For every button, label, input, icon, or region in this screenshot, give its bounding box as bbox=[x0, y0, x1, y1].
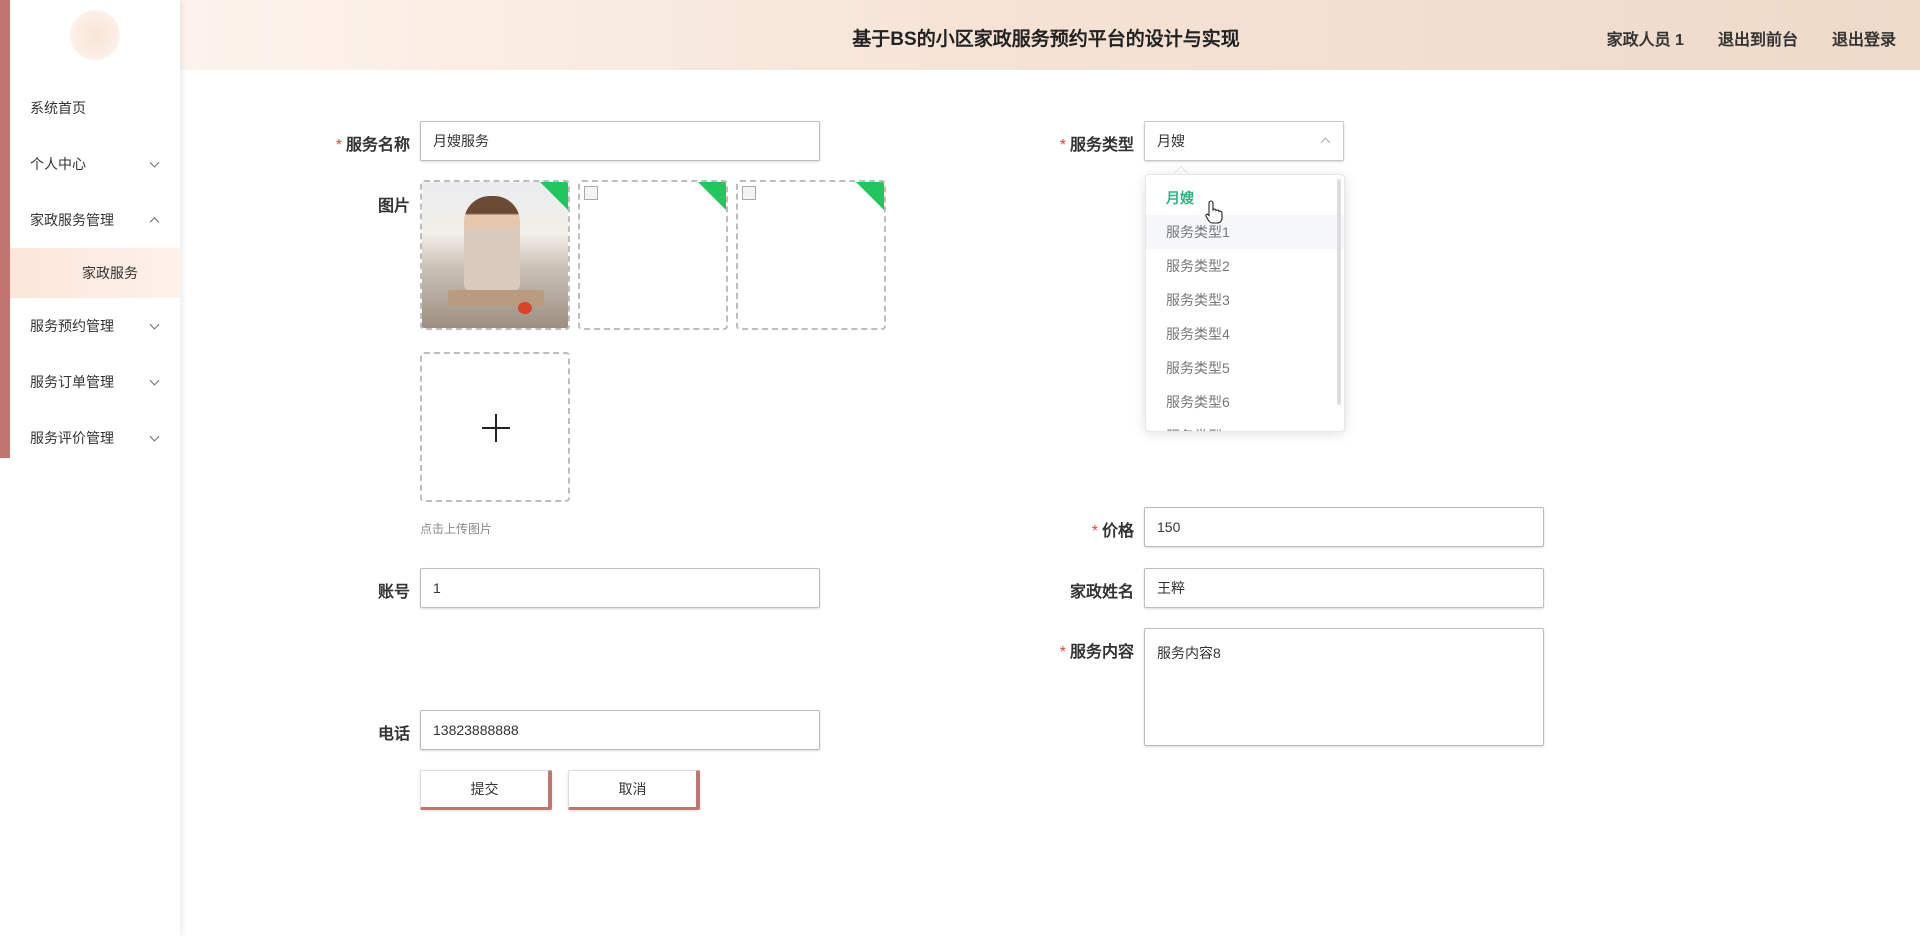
dropdown-option[interactable]: 服务类型6 bbox=[1146, 385, 1344, 419]
sidebar-subitem-housekeeping-service[interactable]: 家政服务 bbox=[10, 248, 180, 298]
staff-name-input[interactable]: 王粹 bbox=[1144, 568, 1544, 608]
sidebar-item-label: 家政服务管理 bbox=[30, 212, 114, 228]
sidebar-item-label: 服务评价管理 bbox=[30, 430, 114, 446]
broken-image-icon bbox=[742, 186, 756, 200]
content-textarea[interactable]: 服务内容8 bbox=[1144, 628, 1544, 746]
chevron-down-icon bbox=[149, 157, 160, 168]
dropdown-option[interactable]: 服务类型2 bbox=[1146, 249, 1344, 283]
sidebar-item-label: 系统首页 bbox=[30, 100, 86, 116]
dropdown-option[interactable]: 服务类型7 bbox=[1146, 419, 1344, 431]
sidebar: 系统首页 个人中心 家政服务管理 家政服务 服务预约管理 服务订单管理 服务评价… bbox=[0, 0, 180, 936]
dropdown-option[interactable]: 服务类型5 bbox=[1146, 351, 1344, 385]
sidebar-item-review-management[interactable]: 服务评价管理 bbox=[10, 410, 180, 466]
staff-name-label: 家政姓名 bbox=[1069, 584, 1134, 601]
images-label: 图片 bbox=[377, 198, 410, 215]
sidebar-subitem-label: 家政服务 bbox=[82, 265, 138, 281]
logo bbox=[70, 10, 120, 60]
uploaded-image-1[interactable] bbox=[420, 180, 570, 330]
success-badge-icon bbox=[540, 182, 568, 210]
service-name-input[interactable]: 月嫂服务 bbox=[420, 121, 820, 161]
sidebar-item-housekeeping-management[interactable]: 家政服务管理 bbox=[10, 192, 180, 248]
sidebar-item-booking-management[interactable]: 服务预约管理 bbox=[10, 298, 180, 354]
header-nav: 家政人员 1 退出到前台 退出登录 bbox=[1607, 26, 1920, 50]
hand-cursor-icon bbox=[1205, 200, 1223, 224]
dropdown-option[interactable]: 服务类型1 bbox=[1146, 215, 1344, 249]
account-label: 账号 bbox=[377, 584, 410, 601]
upload-image-button[interactable] bbox=[420, 352, 570, 502]
sidebar-item-profile[interactable]: 个人中心 bbox=[10, 136, 180, 192]
price-input[interactable]: 150 bbox=[1144, 507, 1544, 547]
phone-input[interactable]: 13823888888 bbox=[420, 710, 820, 750]
uploaded-image-2[interactable] bbox=[578, 180, 728, 330]
header: 基于BS的小区家政服务预约平台的设计与实现 家政人员 1 退出到前台 退出登录 bbox=[180, 0, 1920, 70]
sidebar-item-label: 服务订单管理 bbox=[30, 374, 114, 390]
price-label: * 价格 bbox=[1091, 523, 1134, 540]
dropdown-option[interactable]: 月嫂 bbox=[1146, 181, 1344, 215]
success-badge-icon bbox=[856, 182, 884, 210]
dropdown-option[interactable]: 服务类型3 bbox=[1146, 283, 1344, 317]
sidebar-item-home[interactable]: 系统首页 bbox=[10, 80, 180, 136]
chevron-up-icon bbox=[149, 217, 160, 228]
broken-image-icon bbox=[584, 186, 598, 200]
dropdown-option[interactable]: 服务类型4 bbox=[1146, 317, 1344, 351]
sidebar-menu: 系统首页 个人中心 家政服务管理 家政服务 服务预约管理 服务订单管理 服务评价… bbox=[10, 80, 180, 466]
upload-hint: 点击上传图片 bbox=[420, 522, 493, 536]
sidebar-item-label: 服务预约管理 bbox=[30, 318, 114, 334]
cancel-button[interactable]: 取消 bbox=[568, 770, 700, 810]
submit-button[interactable]: 提交 bbox=[420, 770, 552, 810]
phone-label: 电话 bbox=[377, 726, 410, 743]
sidebar-item-label: 个人中心 bbox=[30, 156, 86, 172]
chevron-down-icon bbox=[149, 319, 160, 330]
service-type-label: * 服务类型 bbox=[1059, 137, 1134, 154]
chevron-up-icon bbox=[1320, 137, 1331, 148]
sidebar-item-order-management[interactable]: 服务订单管理 bbox=[10, 354, 180, 410]
service-type-select[interactable]: 月嫂 bbox=[1144, 121, 1344, 161]
back-to-front-link[interactable]: 退出到前台 bbox=[1718, 26, 1798, 50]
chevron-down-icon bbox=[149, 375, 160, 386]
account-input[interactable]: 1 bbox=[420, 568, 820, 608]
service-type-dropdown: 月嫂 服务类型1 服务类型2 服务类型3 服务类型4 服务类型5 服务类型6 服… bbox=[1145, 174, 1345, 432]
current-user-link[interactable]: 家政人员 1 bbox=[1607, 26, 1684, 50]
dropdown-scrollbar[interactable] bbox=[1337, 179, 1341, 405]
uploaded-image-3[interactable] bbox=[736, 180, 886, 330]
content-label: * 服务内容 bbox=[1059, 644, 1134, 661]
sidebar-accent-bar bbox=[0, 0, 10, 458]
logout-link[interactable]: 退出登录 bbox=[1832, 26, 1896, 50]
plus-icon bbox=[482, 414, 510, 442]
service-name-label: * 服务名称 bbox=[335, 137, 410, 154]
success-badge-icon bbox=[698, 182, 726, 210]
chevron-down-icon bbox=[149, 431, 160, 442]
